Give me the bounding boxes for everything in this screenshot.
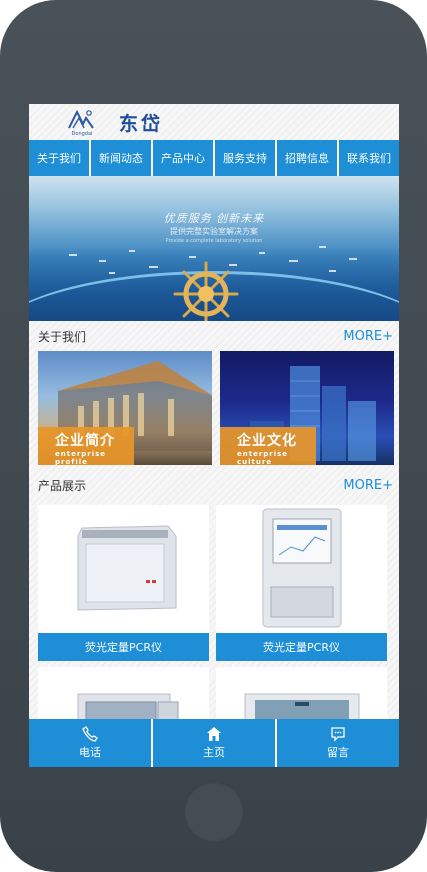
banner-title: 优质服务 创新未来 <box>163 212 265 225</box>
footer-phone-button[interactable]: 电话 <box>29 719 153 767</box>
product-image <box>216 505 387 631</box>
nav-item-contact[interactable]: 联系我们 <box>339 140 399 176</box>
bottom-bar: 电话 主页 留言 <box>29 719 399 767</box>
logo-icon <box>68 109 94 129</box>
nav-item-news[interactable]: 新闻动态 <box>91 140 153 176</box>
home-icon <box>207 727 221 741</box>
pcr-instrument-image <box>262 508 341 628</box>
home-hardware-button[interactable] <box>184 782 244 842</box>
brand-name: 东岱 <box>119 112 164 135</box>
logo-subtext: Dongdai <box>71 131 93 137</box>
products-section-header: 产品展示 MORE+ <box>29 465 399 505</box>
nav-item-service[interactable]: 服务支持 <box>215 140 277 176</box>
nav-item-products[interactable]: 产品中心 <box>153 140 215 176</box>
enterprise-profile-zh: 企业简介 <box>55 433 115 449</box>
enterprise-culture-card[interactable]: 企业文化 enterprise culture <box>220 351 394 465</box>
about-section-title: 关于我们 <box>38 329 87 344</box>
pcr-instrument-image <box>77 525 176 611</box>
footer-phone-label: 电话 <box>79 746 101 759</box>
product-card[interactable]: 荧光定量PCR仪 <box>38 505 209 661</box>
mobile-screen: Dongdai 东岱 关于我们 新闻动态 产品中心 服务支持 招聘信息 联系我们… <box>29 104 399 767</box>
logo[interactable]: Dongdai <box>67 108 95 137</box>
ship-wheel-icon <box>173 261 239 321</box>
footer-home-button[interactable]: 主页 <box>153 719 277 767</box>
products-section-title: 产品展示 <box>38 478 87 493</box>
banner-subtitle: 提供完整实验室解决方案 <box>170 227 258 236</box>
main-nav: 关于我们 新闻动态 产品中心 服务支持 招聘信息 联系我们 <box>29 140 399 176</box>
enterprise-culture-en: enterprise culture <box>237 450 289 465</box>
product-name: 荧光定量PCR仪 <box>38 633 209 661</box>
about-more-link[interactable]: MORE+ <box>343 329 393 344</box>
about-section-header: 关于我们 MORE+ <box>29 321 399 351</box>
banner-subtitle-en: Provide a complete laboratory solution <box>165 238 263 244</box>
footer-message-label: 留言 <box>327 746 349 759</box>
product-name: 荧光定量PCR仪 <box>216 633 387 661</box>
about-cards: 企业简介 enterprise profile 企业文化 enterprise … <box>29 351 399 465</box>
phone-icon <box>82 726 98 742</box>
footer-home-label: 主页 <box>203 746 225 759</box>
site-header: Dongdai 东岱 <box>29 104 399 140</box>
hero-banner[interactable]: 优质服务 创新未来 提供完整实验室解决方案 Provide a complete… <box>29 176 399 321</box>
enterprise-profile-en: enterprise profile <box>55 450 107 465</box>
nav-item-jobs[interactable]: 招聘信息 <box>277 140 339 176</box>
enterprise-profile-card[interactable]: 企业简介 enterprise profile <box>38 351 212 465</box>
product-card[interactable]: 荧光定量PCR仪 <box>216 505 387 661</box>
message-icon <box>331 727 345 742</box>
product-image <box>38 505 209 631</box>
enterprise-culture-zh: 企业文化 <box>237 433 297 449</box>
footer-message-button[interactable]: 留言 <box>277 719 399 767</box>
nav-item-about[interactable]: 关于我们 <box>29 140 91 176</box>
enterprise-culture-label: 企业文化 enterprise culture <box>220 427 316 465</box>
enterprise-profile-label: 企业简介 enterprise profile <box>38 427 134 465</box>
products-more-link[interactable]: MORE+ <box>343 478 393 493</box>
